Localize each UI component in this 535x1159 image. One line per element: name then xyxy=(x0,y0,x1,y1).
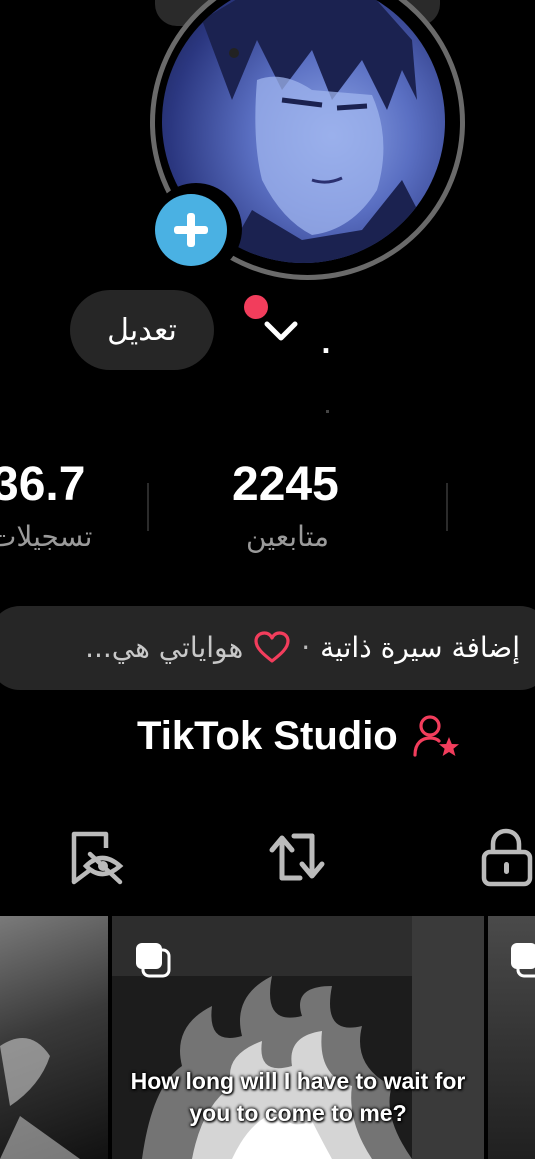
edit-profile-button[interactable]: تعديل xyxy=(70,290,214,370)
stat-recordings-label: تسجيلات xyxy=(0,520,93,553)
eye-off-icon[interactable] xyxy=(66,826,128,888)
lock-icon[interactable] xyxy=(476,826,535,888)
video-thumbnail[interactable] xyxy=(0,916,108,1159)
video-thumbnail-image xyxy=(0,1038,80,1159)
bio-content[interactable]: إضافة سيرة ذاتية · هواياتي هي... xyxy=(85,630,520,664)
stat-divider xyxy=(446,483,448,531)
heart-outline-icon xyxy=(254,631,290,663)
plus-icon xyxy=(174,213,208,247)
creator-star-icon xyxy=(413,715,459,757)
multi-photo-icon xyxy=(136,943,171,978)
spacer-dot xyxy=(326,410,329,413)
studio-label: TikTok Studio xyxy=(137,713,398,758)
stat-divider xyxy=(147,483,149,531)
interests-text: هواياتي هي... xyxy=(85,630,244,664)
repost-icon[interactable] xyxy=(266,826,328,888)
tiktok-studio-link[interactable]: TikTok Studio xyxy=(137,713,462,759)
chevron-down-icon[interactable] xyxy=(263,316,299,346)
pin-dot xyxy=(229,48,239,58)
video-caption: How long will I have to wait for you to … xyxy=(130,1068,466,1126)
add-bio-link[interactable]: إضافة سيرة ذاتية xyxy=(320,631,520,664)
stat-followers-value[interactable]: 2245 xyxy=(232,457,339,512)
stat-recordings-value[interactable]: 36.7 xyxy=(0,457,85,512)
bio-separator: · xyxy=(301,630,311,664)
multi-photo-icon xyxy=(511,943,535,978)
stat-followers-label: متابعين xyxy=(246,520,330,553)
add-avatar-button[interactable] xyxy=(155,194,227,266)
username[interactable]: . xyxy=(321,330,331,360)
